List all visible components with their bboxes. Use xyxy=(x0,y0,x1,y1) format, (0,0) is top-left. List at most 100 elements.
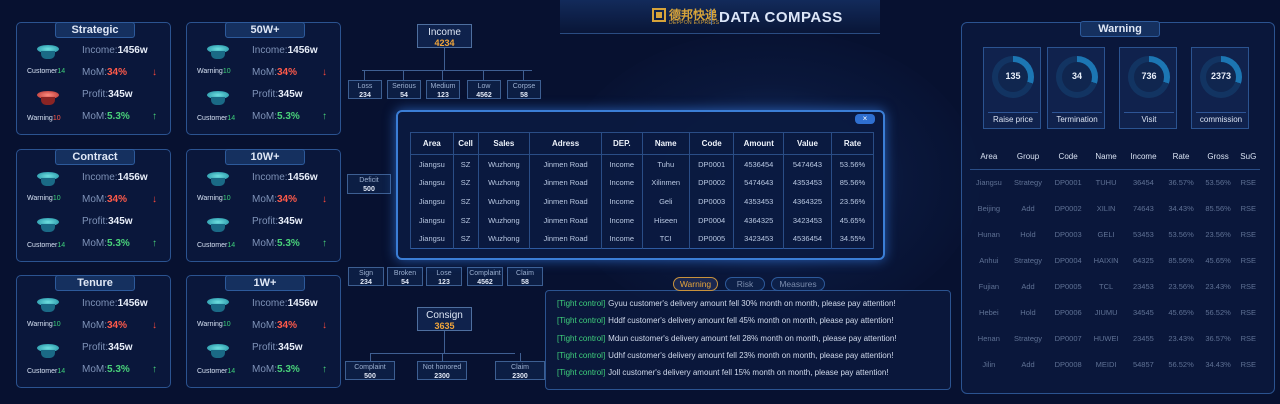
warning-item[interactable]: [Tight control] Gyuu customer's delivery … xyxy=(557,299,896,308)
panel-metric: Profit:345w xyxy=(82,342,133,353)
arrow-up-icon: ↑ xyxy=(322,364,327,375)
tree-node[interactable]: Not honored 2300 xyxy=(417,361,467,380)
table-cell: RSE xyxy=(1240,203,1257,213)
tree-node[interactable]: Broken 54 xyxy=(387,267,423,286)
table-cell: Income xyxy=(600,173,643,193)
table-cell: 4353453 xyxy=(733,192,785,211)
table-row[interactable]: Jilin Add DP0008 MEIDI 54857 56.52% 34.43% RSE xyxy=(970,351,1260,377)
cup-icon xyxy=(207,172,229,186)
tab-risk[interactable]: Risk xyxy=(725,277,765,291)
table-row[interactable]: Jiangsu SZ Wuzhong Jinmen Road Income Geli DP0… xyxy=(410,192,875,211)
logo-icon xyxy=(652,8,666,22)
category-panel[interactable]: 10W+ Warning10 Customer14 Income:1456w MoM:3… xyxy=(186,149,341,262)
table-cell: Jiangsu xyxy=(410,210,454,230)
deficit-node[interactable]: Deficit 500 xyxy=(347,174,391,194)
tree-node-label: Lose xyxy=(436,270,452,277)
warning-item[interactable]: [Tight control] Hddf customer's delivery … xyxy=(557,316,893,325)
tree-node-label: Medium xyxy=(430,83,456,90)
column-header: Code xyxy=(1048,145,1088,170)
kpi-label: commission xyxy=(1199,115,1243,124)
table-row[interactable]: Fujian Add DP0005 TCL 23453 23.56% 23.43% RSE xyxy=(970,273,1260,299)
metric-value: 345w xyxy=(108,342,133,353)
consign-node[interactable]: Consign 3635 xyxy=(417,307,472,331)
category-panel[interactable]: Strategic Customer14 Warning10 Income:1456w… xyxy=(16,22,171,135)
category-panel[interactable]: 1W+ Warning10 Customer14 Income:1456w MoM:34… xyxy=(186,275,341,388)
table-row[interactable]: Anhui Strategy DP0004 HAIXIN 64325 85.56% 45.6… xyxy=(970,247,1260,273)
tab-measures[interactable]: Measures xyxy=(771,277,825,291)
cup-icon xyxy=(37,344,59,358)
tree-node[interactable]: Sign 234 xyxy=(348,267,384,286)
metric-value: 34% xyxy=(277,320,298,331)
table-row[interactable]: Jiangsu SZ Wuzhong Jinmen Road Income TCI DP00… xyxy=(410,229,875,249)
table-cell: SZ xyxy=(452,154,479,174)
warning-item[interactable]: [Tight control] Joll customer's delivery … xyxy=(557,368,889,377)
table-cell: 3423453 xyxy=(783,210,832,230)
cup-icon xyxy=(207,45,229,59)
table-cell: TUHU xyxy=(1095,177,1117,187)
category-panel[interactable]: Tenure Warning10 Customer14 Income:1456w MoM… xyxy=(16,275,171,388)
panel-metric: Income:1456w xyxy=(252,298,318,309)
tab-warning[interactable]: Warning xyxy=(673,277,718,291)
cup-icon xyxy=(37,172,59,186)
table-cell: 5474643 xyxy=(783,154,832,174)
tree-node[interactable]: Low 4562 xyxy=(467,80,501,99)
tree-node[interactable]: Loss 234 xyxy=(348,80,382,99)
metric-value: 5.3% xyxy=(277,111,300,122)
cup-label: Warning10 xyxy=(27,321,61,328)
metric-value: 5.3% xyxy=(107,111,130,122)
tree-line xyxy=(442,353,443,361)
table-row[interactable]: Beijing Add DP0002 XILIN 74643 34.43% 85.56% RS… xyxy=(970,195,1260,221)
table-row[interactable]: Henan Strategy DP0007 HUWEI 23455 23.43% 36.57… xyxy=(970,325,1260,351)
tree-node[interactable]: Serious 54 xyxy=(387,80,421,99)
kpi-value: 34 xyxy=(1071,71,1082,81)
warning-item[interactable]: [Tight control] Udhf customer's delivery … xyxy=(557,351,893,360)
income-node[interactable]: Income 4234 xyxy=(417,24,472,48)
tree-node[interactable]: Claim 58 xyxy=(507,267,543,286)
tree-node-value: 54 xyxy=(400,92,408,99)
cup-icon xyxy=(207,91,229,105)
cup-label-text: Customer xyxy=(27,242,58,249)
table-header-row: Area Group Code Name Income Rate Gross SuG xyxy=(970,145,1260,170)
table-cell: 23.56% xyxy=(1205,229,1231,239)
panel-metric: Income:1456w xyxy=(82,298,148,309)
category-panel[interactable]: Contract Warning10 Customer14 Income:1456w M… xyxy=(16,149,171,262)
table-row[interactable]: Jiangsu Strategy DP0001 TUHU 36454 36.57% 53.5… xyxy=(970,169,1260,195)
panel-metric: MoM:34% xyxy=(252,194,297,205)
kpi-card[interactable]: 736 Visit xyxy=(1119,47,1177,129)
table-cell: 23.43% xyxy=(1168,333,1194,343)
kpi-value: 2373 xyxy=(1210,71,1232,81)
table-cell: RSE xyxy=(1240,177,1257,187)
table-cell: 23.56% xyxy=(830,192,875,211)
panel-metric: Income:1456w xyxy=(82,172,148,183)
table-cell: 45.65% xyxy=(1168,307,1194,317)
tree-node[interactable]: Complaint 4562 xyxy=(467,267,503,286)
tree-node[interactable]: Complaint 500 xyxy=(345,361,395,380)
table-row[interactable]: Jiangsu SZ Wuzhong Jinmen Road Income Hiseen D… xyxy=(410,210,875,230)
cup-label: Warning10 xyxy=(27,195,61,202)
tree-node[interactable]: Corpse 58 xyxy=(507,80,541,99)
table-cell: Geli xyxy=(641,192,690,211)
table-row[interactable]: Hebei Hold DP0006 JIUMU 34545 45.65% 56.52% RSE xyxy=(970,299,1260,325)
arrow-up-icon: ↑ xyxy=(322,111,327,122)
app-title: DATA COMPASS xyxy=(719,9,843,26)
kpi-card[interactable]: 2373 commission xyxy=(1191,47,1249,129)
table-row[interactable]: Jiangsu SZ Wuzhong Jinmen Road Income Tuhu DP0… xyxy=(410,154,875,174)
tree-node[interactable]: Lose 123 xyxy=(426,267,462,286)
metric-label: Income: xyxy=(252,298,288,309)
tree-node[interactable]: Medium 123 xyxy=(426,80,460,99)
table-row[interactable]: Jiangsu SZ Wuzhong Jinmen Road Income Xilinme… xyxy=(410,173,875,193)
kpi-label: Raise price xyxy=(992,115,1033,124)
table-cell: 4536454 xyxy=(783,229,832,249)
table-cell: Wuzhong xyxy=(477,229,531,249)
metric-label: MoM: xyxy=(252,238,277,249)
tree-node[interactable]: Claim 2300 xyxy=(495,361,545,380)
kpi-card[interactable]: 34 Termination xyxy=(1047,47,1105,129)
warning-tag: [Tight control] xyxy=(557,299,606,308)
table-row[interactable]: Hunan Hold DP0003 GELI 53453 53.56% 23.56% RSE xyxy=(970,221,1260,247)
warning-item[interactable]: [Tight control] Mdun customer's delivery … xyxy=(557,334,897,343)
metric-label: Income: xyxy=(82,172,118,183)
close-button[interactable]: × xyxy=(855,114,875,124)
category-panel[interactable]: 50W+ Warning10 Customer14 Income:1456w MoM:3… xyxy=(186,22,341,135)
column-header: Area xyxy=(410,132,454,155)
kpi-card[interactable]: 135 Raise price xyxy=(983,47,1041,129)
